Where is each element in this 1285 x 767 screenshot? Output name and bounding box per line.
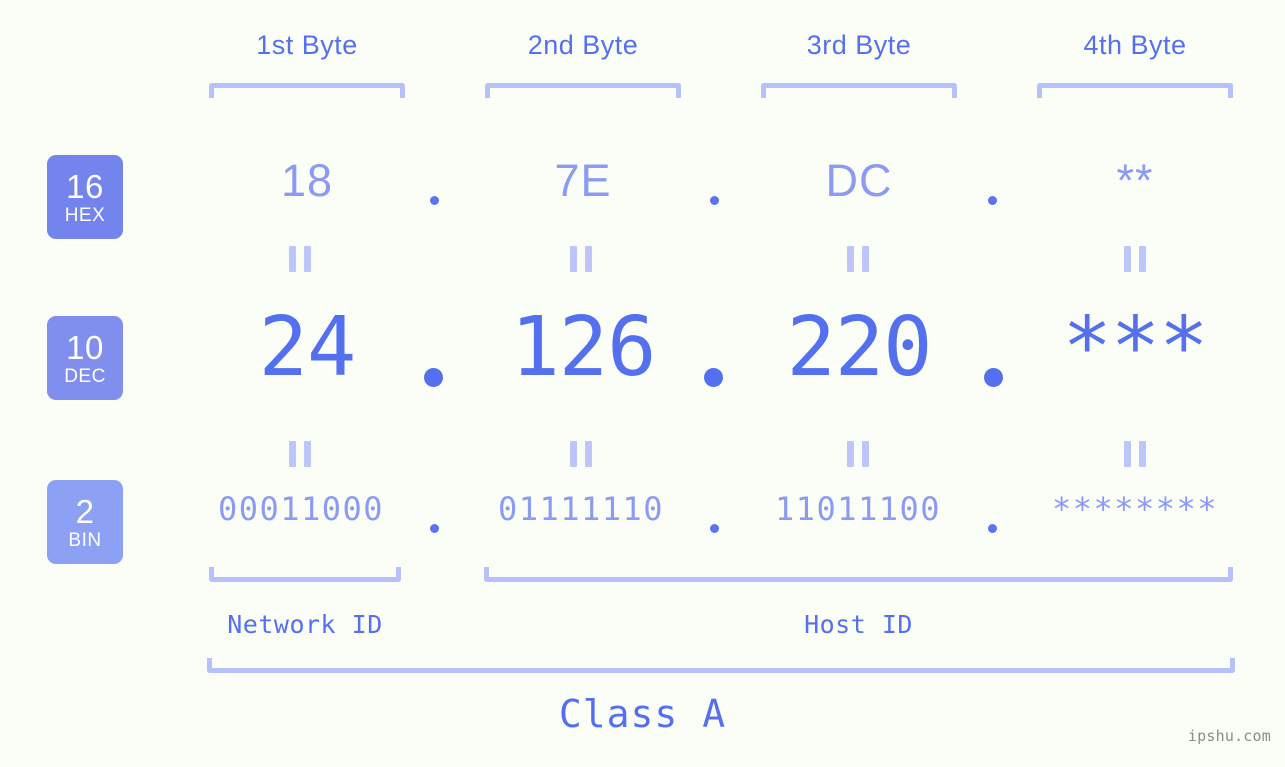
host-id-label: Host ID [804, 610, 913, 639]
ip-address-breakdown-diagram: 1st Byte 2nd Byte 3rd Byte 4th Byte 16 H… [0, 0, 1285, 767]
network-id-label: Network ID [227, 610, 383, 639]
equality-mark-dec-bin-3 [847, 441, 869, 467]
hex-byte-3-value: DC [825, 155, 893, 206]
equality-mark-hex-dec-2 [570, 246, 592, 272]
hex-separator-3 [988, 196, 997, 205]
bin-byte-1-value: 00011000 [217, 490, 385, 528]
radix-badge-dec-name: DEC [64, 365, 106, 387]
radix-badge-hex: 16 HEX [47, 155, 123, 239]
byte-bracket-3 [761, 83, 957, 98]
dec-separator-1 [424, 368, 443, 387]
dec-byte-1-value: 24 [258, 300, 357, 395]
byte-header-4: 4th Byte [1083, 30, 1187, 60]
radix-badge-dec: 10 DEC [47, 316, 123, 400]
equality-mark-dec-bin-1 [289, 441, 311, 467]
radix-badge-hex-number: 16 [66, 167, 104, 205]
bin-separator-2 [710, 524, 719, 533]
dec-separator-2 [704, 368, 723, 387]
byte-bracket-4 [1037, 83, 1233, 98]
byte-header-2: 2nd Byte [527, 30, 639, 60]
bin-byte-4-value: ******** [1051, 490, 1219, 528]
hex-byte-4-value: ** [1116, 155, 1154, 206]
hex-byte-2-value: 7E [554, 155, 612, 206]
radix-badge-bin-number: 2 [75, 492, 95, 530]
byte-header-3: 3rd Byte [806, 30, 912, 60]
network-id-bracket [209, 567, 401, 582]
equality-mark-hex-dec-1 [289, 246, 311, 272]
bin-byte-3-value: 11011100 [774, 490, 942, 528]
equality-mark-dec-bin-4 [1124, 441, 1146, 467]
byte-bracket-1 [209, 83, 405, 98]
radix-badge-dec-number: 10 [66, 328, 104, 366]
dec-byte-4-value: *** [1062, 300, 1208, 395]
equality-mark-dec-bin-2 [570, 441, 592, 467]
host-id-bracket [484, 567, 1233, 582]
dec-byte-3-value: 220 [786, 300, 932, 395]
bin-byte-2-value: 01111110 [497, 490, 665, 528]
hex-separator-1 [430, 196, 439, 205]
radix-badge-bin-name: BIN [68, 529, 102, 551]
byte-bracket-2 [485, 83, 681, 98]
bin-separator-3 [988, 524, 997, 533]
hex-separator-2 [710, 196, 719, 205]
byte-header-1: 1st Byte [256, 30, 358, 60]
equality-mark-hex-dec-3 [847, 246, 869, 272]
radix-badge-bin: 2 BIN [47, 480, 123, 564]
bin-separator-1 [430, 524, 439, 533]
watermark: ipshu.com [1187, 727, 1271, 745]
dec-byte-2-value: 126 [510, 300, 656, 395]
radix-badge-hex-name: HEX [64, 204, 106, 226]
dec-separator-3 [984, 368, 1003, 387]
equality-mark-hex-dec-4 [1124, 246, 1146, 272]
hex-byte-1-value: 18 [280, 155, 334, 206]
class-label: Class A [558, 692, 727, 736]
class-bracket [207, 658, 1235, 673]
